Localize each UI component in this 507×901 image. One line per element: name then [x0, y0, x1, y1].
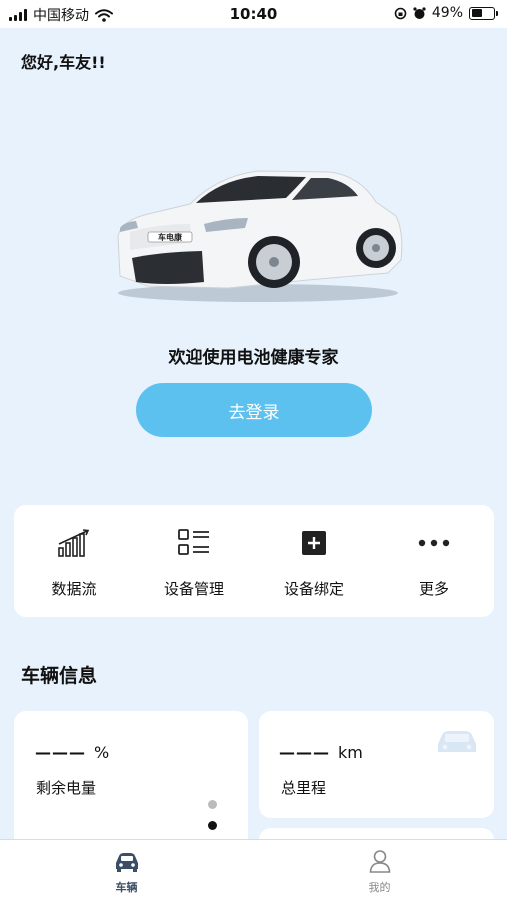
quick-actions-card: 数据流 设备管理 设备绑定 更多 [14, 505, 494, 617]
pager-dot-active [208, 821, 217, 830]
battery-label: 剩余电量 [36, 779, 97, 797]
tab-label: 车辆 [115, 881, 138, 894]
battery-value-row: ——— % [35, 743, 109, 762]
tab-bar: 车辆 我的 [0, 839, 507, 901]
quick-action-label: 设备管理 [163, 580, 224, 598]
battery-unit: % [94, 743, 110, 762]
mileage-value-row: ——— km [279, 743, 363, 762]
bar-chart-icon [56, 525, 92, 561]
quick-action-data-stream[interactable]: 数据流 [14, 505, 134, 617]
mileage-value: ——— [279, 743, 330, 762]
tab-mine[interactable]: 我的 [253, 840, 506, 901]
battery-card[interactable]: ——— % 剩余电量 [14, 711, 248, 851]
battery-level [471, 9, 482, 17]
battery-icon [469, 6, 498, 20]
quick-action-more[interactable]: 更多 [374, 505, 494, 617]
tab-label: 我的 [368, 881, 391, 894]
mileage-card[interactable]: ——— km 总里程 [259, 711, 494, 818]
list-icon [176, 525, 212, 561]
car-plate: 车电康 [158, 232, 183, 242]
profile-icon [369, 850, 391, 873]
status-bar: 中国移动 10:40 49% [0, 0, 507, 28]
car-image: 车电康 [117, 170, 403, 302]
quick-action-device-management[interactable]: 设备管理 [134, 505, 254, 617]
battery-value: ——— [35, 743, 86, 762]
battery-percent: 49% [431, 5, 463, 21]
mileage-label: 总里程 [281, 779, 327, 797]
status-right: 49% [394, 5, 498, 21]
alarm-icon [413, 6, 426, 19]
quick-action-label: 设备绑定 [283, 580, 344, 598]
welcome-text: 欢迎使用电池健康专家 [168, 348, 339, 368]
more-dots-icon [416, 525, 452, 561]
quick-action-device-binding[interactable]: 设备绑定 [254, 505, 374, 617]
quick-action-label: 数据流 [51, 580, 97, 598]
mileage-unit: km [338, 743, 363, 762]
orientation-lock-icon [394, 7, 407, 19]
tab-vehicle[interactable]: 车辆 [0, 840, 253, 901]
vehicle-info-title: 车辆信息 [21, 665, 98, 687]
pager-dot [208, 800, 217, 809]
plus-square-icon [296, 525, 332, 561]
greeting: 您好,车友!! [21, 53, 106, 72]
quick-action-label: 更多 [418, 580, 449, 598]
login-button[interactable]: 去登录 [136, 383, 372, 437]
car-watermark-icon [438, 731, 476, 752]
car-icon [116, 853, 138, 872]
